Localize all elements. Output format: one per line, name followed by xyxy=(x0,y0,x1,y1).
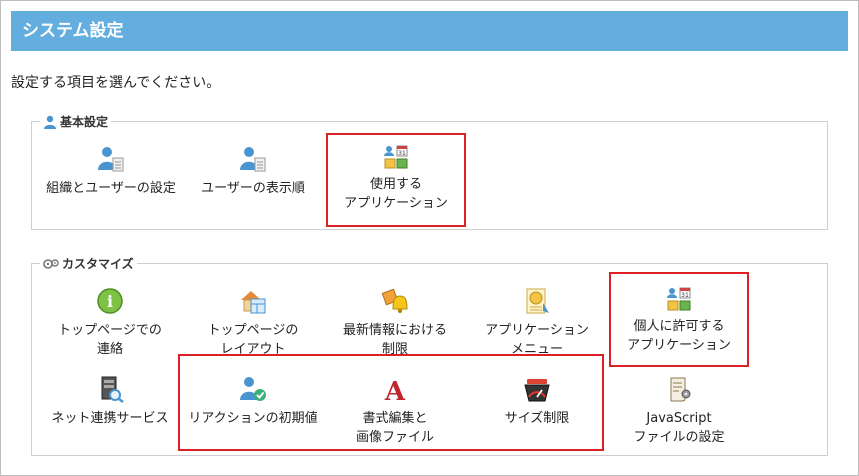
info-icon: i xyxy=(97,288,123,314)
item-label: JavaScript xyxy=(646,411,712,426)
item-label: 連絡 xyxy=(96,342,123,357)
item-label: トップページの xyxy=(207,323,299,338)
javascript-files-link[interactable]: JavaScript ファイルの設定 xyxy=(609,375,749,447)
home-layout-icon xyxy=(241,291,266,314)
highlight-box xyxy=(609,272,749,367)
application-menu-link[interactable]: アプリケーション メニュー xyxy=(467,287,607,359)
page-title: システム設定 xyxy=(22,21,124,41)
top-page-notice-link[interactable]: i トップページでの 連絡 xyxy=(40,287,180,359)
app-menu-icon xyxy=(526,288,549,314)
item-label: 最新情報における xyxy=(342,323,447,338)
item-label: ネット連携サービス xyxy=(51,411,169,426)
user-list-icon xyxy=(98,147,124,172)
page-header: システム設定 xyxy=(11,11,848,51)
user-icon xyxy=(44,115,56,129)
item-label: 組織とユーザーの設定 xyxy=(46,181,176,196)
customize-legend-text: カスタマイズ xyxy=(62,257,134,271)
org-user-settings-link[interactable]: 組織とユーザーの設定 xyxy=(41,145,181,198)
user-order-icon xyxy=(240,147,266,172)
latest-info-limit-link[interactable]: 最新情報における 制限 xyxy=(325,287,465,359)
basic-settings-legend: 基本設定 xyxy=(40,113,111,130)
net-services-link[interactable]: ネット連携サービス xyxy=(40,375,180,428)
info-glyph: i xyxy=(107,292,113,311)
highlight-box xyxy=(178,354,604,451)
script-settings-icon xyxy=(670,377,691,402)
customize-legend: カスタマイズ xyxy=(40,255,137,272)
network-service-icon xyxy=(101,376,124,403)
item-label: ユーザーの表示順 xyxy=(201,181,305,196)
bell-icon xyxy=(381,288,408,314)
item-label: トップページでの xyxy=(58,323,162,338)
user-display-order-link[interactable]: ユーザーの表示順 xyxy=(183,145,323,198)
top-page-layout-link[interactable]: トップページの レイアウト xyxy=(183,287,323,359)
gears-icon xyxy=(43,258,59,269)
basic-settings-legend-text: 基本設定 xyxy=(60,115,109,129)
item-label: ファイルの設定 xyxy=(633,430,725,445)
highlight-box xyxy=(326,133,466,227)
item-label: アプリケーション xyxy=(485,323,589,338)
intro-text: 設定する項目を選んでください。 xyxy=(11,75,221,91)
